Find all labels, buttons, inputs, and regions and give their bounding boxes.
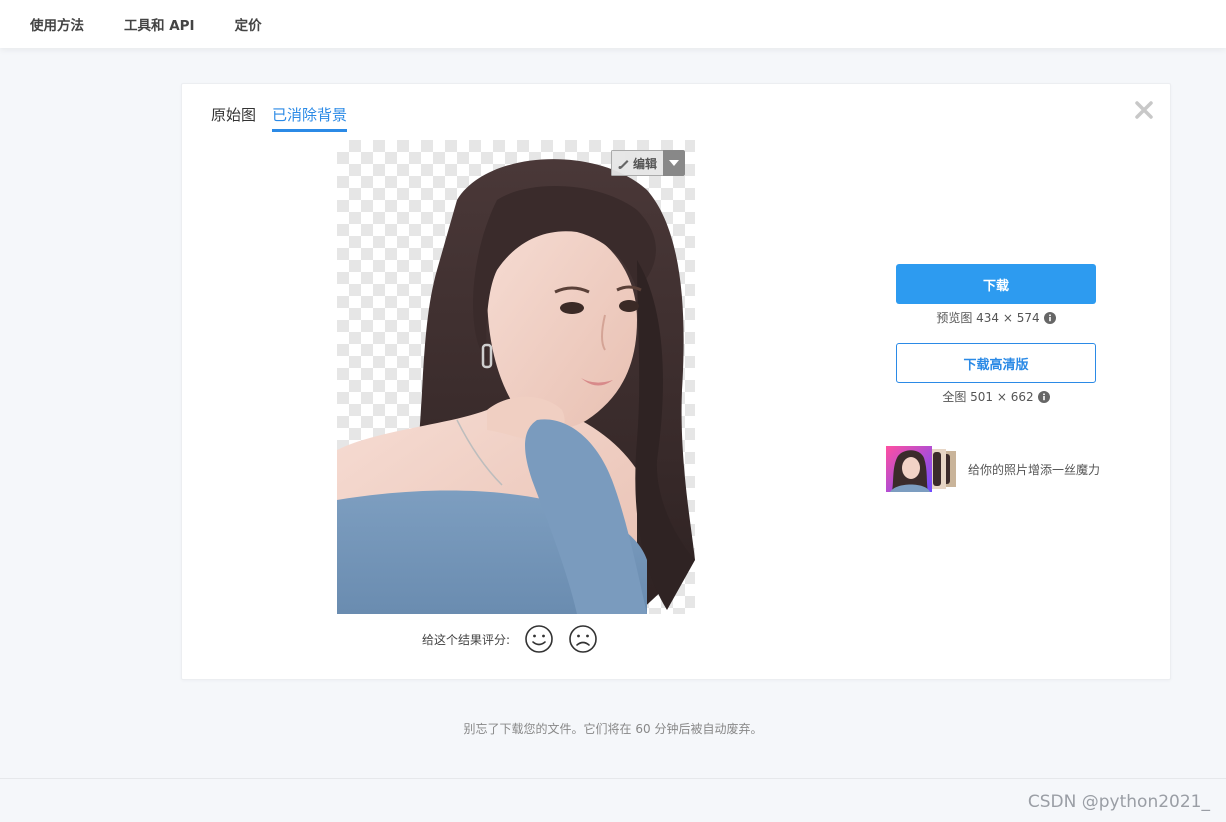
preview-size-info: 预览图 434 × 574 bbox=[896, 309, 1096, 326]
edit-button-main: 编辑 bbox=[610, 150, 663, 176]
edit-button[interactable]: 编辑 bbox=[610, 150, 685, 176]
nav-item-usage[interactable]: 使用方法 bbox=[30, 14, 84, 34]
watermark: CSDN @python2021_ bbox=[1027, 792, 1210, 812]
magic-promo-text: 给你的照片增添一丝魔力 bbox=[968, 462, 1101, 477]
nav-item-pricing[interactable]: 定价 bbox=[235, 14, 262, 34]
top-nav: 使用方法 工具和 API 定价 bbox=[0, 0, 1226, 48]
image-tabs: 原始图 已消除背景 bbox=[211, 104, 348, 132]
result-preview: 编辑 bbox=[337, 140, 695, 614]
result-rating: 给这个结果评分: bbox=[422, 624, 598, 654]
download-button[interactable]: 下载 bbox=[896, 264, 1096, 304]
rating-label: 给这个结果评分: bbox=[422, 632, 511, 647]
photo-stack-thumbnails bbox=[886, 446, 956, 492]
brush-icon bbox=[618, 160, 629, 169]
caret-down-icon bbox=[669, 160, 679, 166]
result-card: 原始图 已消除背景 编辑 给这个结果评分: 下载 预览图 434 × 574 下… bbox=[181, 83, 1171, 680]
happy-face-icon[interactable] bbox=[524, 624, 554, 654]
magic-promo[interactable]: 给你的照片增添一丝魔力 bbox=[886, 446, 1100, 492]
edit-dropdown[interactable] bbox=[663, 150, 685, 176]
nav-item-tools-api[interactable]: 工具和 API bbox=[124, 14, 195, 34]
full-size-text: 全图 501 × 662 bbox=[942, 390, 1034, 404]
full-size-info: 全图 501 × 662 bbox=[896, 388, 1096, 405]
preview-size-text: 预览图 434 × 574 bbox=[936, 311, 1040, 325]
info-icon[interactable] bbox=[1043, 311, 1056, 324]
portrait-image bbox=[337, 159, 695, 614]
tab-original[interactable]: 原始图 bbox=[211, 104, 256, 132]
close-icon[interactable] bbox=[1132, 98, 1156, 122]
info-icon[interactable] bbox=[1037, 390, 1050, 403]
expiry-notice: 别忘了下载您的文件。它们将在 60 分钟后被自动废弃。 bbox=[463, 722, 763, 736]
download-hd-button[interactable]: 下载高清版 bbox=[896, 343, 1096, 383]
sad-face-icon[interactable] bbox=[568, 624, 598, 654]
edit-label: 编辑 bbox=[632, 156, 657, 171]
footer-divider bbox=[0, 778, 1226, 779]
tab-removed-background[interactable]: 已消除背景 bbox=[272, 104, 348, 132]
